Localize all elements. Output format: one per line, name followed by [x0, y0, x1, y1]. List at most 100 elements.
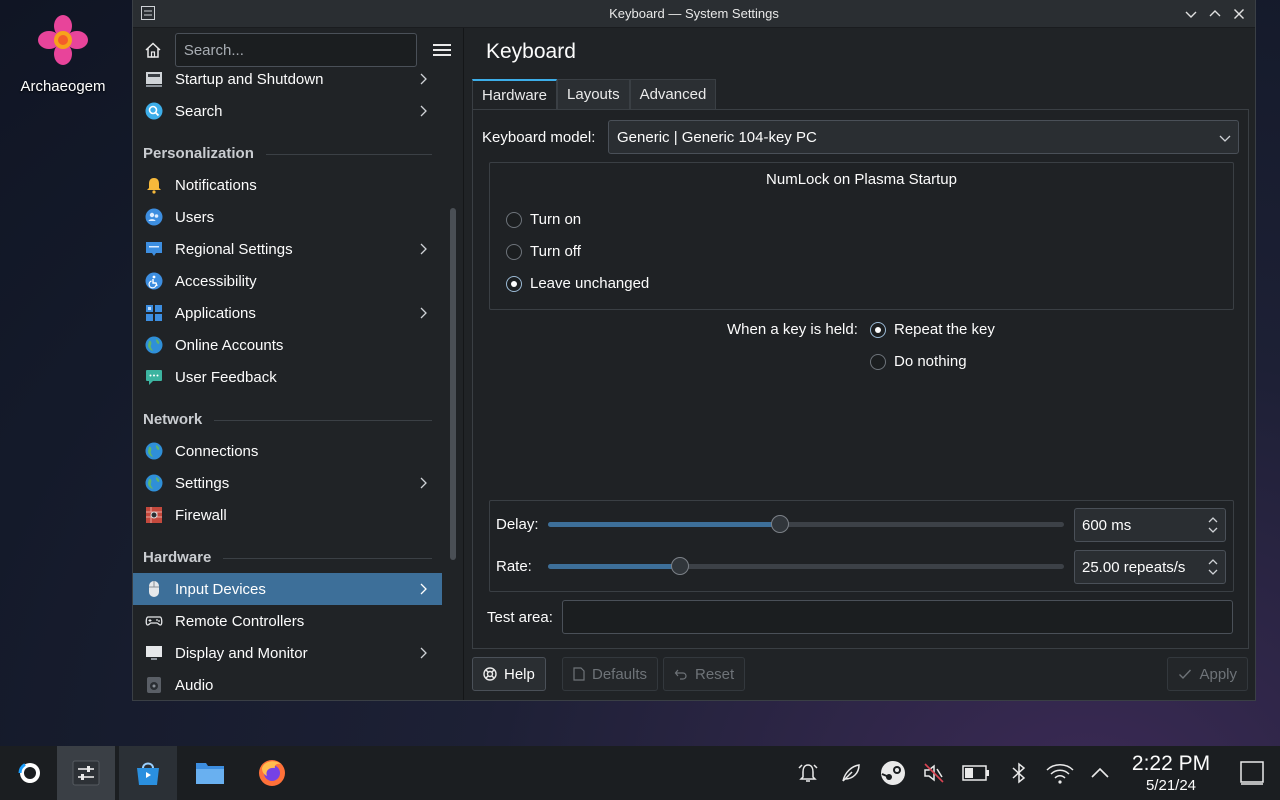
- sidebar-item-display-monitor[interactable]: Display and Monitor: [133, 637, 442, 669]
- show-desktop-button[interactable]: [1234, 746, 1270, 800]
- show-desktop-icon: [1240, 761, 1264, 785]
- keyboard-model-dropdown[interactable]: Generic | Generic 104-key PC: [608, 120, 1239, 154]
- key-held-option-repeat[interactable]: Repeat the key: [870, 321, 995, 338]
- reset-button[interactable]: Reset: [663, 657, 746, 691]
- radio-button-selected[interactable]: [506, 275, 522, 292]
- help-label: Help: [504, 665, 535, 683]
- taskbar-system-settings[interactable]: [57, 746, 115, 800]
- clock[interactable]: 2:22 PM 5/21/24: [1120, 752, 1222, 794]
- tray-wifi[interactable]: [1042, 746, 1078, 800]
- taskbar-file-manager[interactable]: [181, 746, 239, 800]
- apply-button[interactable]: Apply: [1167, 657, 1248, 691]
- radio-button[interactable]: [870, 353, 886, 370]
- tab-hardware[interactable]: Hardware: [472, 79, 558, 109]
- rate-label: Rate:: [496, 558, 532, 575]
- sidebar-item-accessibility[interactable]: Accessibility: [133, 265, 442, 297]
- defaults-button[interactable]: Defaults: [562, 657, 659, 691]
- taskbar-firefox[interactable]: [243, 746, 301, 800]
- volume-muted-icon: [924, 763, 944, 783]
- hamburger-menu-button[interactable]: [429, 37, 455, 63]
- test-area-label: Test area:: [487, 608, 553, 626]
- gamepad-icon: [145, 612, 163, 630]
- feedback-icon: [145, 368, 163, 386]
- sidebar-item-user-feedback[interactable]: User Feedback: [133, 361, 442, 393]
- spin-arrows-icon[interactable]: [1207, 514, 1219, 536]
- key-held-option-do-nothing[interactable]: Do nothing: [870, 353, 967, 370]
- settings-app-icon[interactable]: [141, 6, 155, 20]
- test-area-input[interactable]: [562, 600, 1233, 634]
- numlock-option-turn-off[interactable]: Turn off: [506, 243, 581, 260]
- expand-tray-icon: [1091, 767, 1109, 778]
- home-button[interactable]: [141, 38, 165, 62]
- sidebar-item-label: Settings: [175, 474, 230, 492]
- tray-notifications[interactable]: [790, 746, 826, 800]
- delay-slider-handle[interactable]: [771, 515, 790, 533]
- radio-label: Turn off: [530, 243, 581, 260]
- delay-value: 600 ms: [1082, 516, 1132, 534]
- tray-bluetooth[interactable]: [1001, 746, 1037, 800]
- rate-slider-handle[interactable]: [670, 557, 689, 575]
- search-input[interactable]: [174, 33, 418, 67]
- sidebar-item-notifications[interactable]: Notifications: [133, 169, 442, 201]
- delay-spinbox[interactable]: 600 ms: [1074, 508, 1226, 542]
- desktop-icon-archaeogem[interactable]: Archaeogem: [10, 14, 116, 95]
- rate-slider[interactable]: [548, 557, 1064, 575]
- sidebar-item-label: Startup and Shutdown: [175, 72, 324, 88]
- keyboard-model-value: Generic | Generic 104-key PC: [617, 128, 817, 146]
- tab-layouts[interactable]: Layouts: [557, 79, 630, 109]
- sidebar-item-search[interactable]: Search: [133, 95, 442, 127]
- sidebar-item-firewall[interactable]: Firewall: [133, 499, 442, 531]
- radio-button-selected[interactable]: [870, 321, 886, 338]
- sidebar-item-input-devices[interactable]: Input Devices: [133, 573, 442, 605]
- sidebar-item-label: Audio: [175, 676, 214, 694]
- sidebar-item-connections[interactable]: Connections: [133, 435, 442, 467]
- undo-icon: [674, 669, 687, 680]
- tray-volume[interactable]: [916, 746, 952, 800]
- tray-battery[interactable]: [958, 746, 994, 800]
- chevron-right-icon: [420, 105, 427, 117]
- system-settings-window: Keyboard — System Settings Search... Sta…: [132, 0, 1256, 701]
- steam-launcher-button[interactable]: [0, 746, 58, 800]
- sidebar-item-label: User Feedback: [175, 368, 277, 386]
- tray-steam[interactable]: [875, 746, 911, 800]
- sidebar-item-label: Search: [175, 102, 223, 120]
- radio-button[interactable]: [506, 243, 522, 260]
- category-network: Network: [133, 393, 442, 435]
- sidebar-item-label: Accessibility: [175, 272, 257, 290]
- notifications-icon: [798, 764, 818, 782]
- chevron-right-icon: [420, 647, 427, 659]
- numlock-option-turn-on[interactable]: Turn on: [506, 211, 581, 228]
- numlock-option-leave-unchanged[interactable]: Leave unchanged: [506, 275, 649, 292]
- sidebar-scrollbar[interactable]: [450, 208, 456, 560]
- wifi-icon: [1046, 764, 1074, 784]
- sidebar-item-regional-settings[interactable]: Regional Settings: [133, 233, 442, 265]
- tray-expand[interactable]: [1082, 746, 1118, 800]
- tray-leaf[interactable]: [833, 746, 869, 800]
- sidebar-item-remote-controllers[interactable]: Remote Controllers: [133, 605, 442, 637]
- page-title: Keyboard: [486, 40, 576, 63]
- taskbar-discover[interactable]: [119, 746, 177, 800]
- steam-icon: [881, 761, 905, 785]
- help-button[interactable]: Help: [472, 657, 546, 691]
- sidebar-item-startup[interactable]: Startup and Shutdown: [133, 72, 442, 95]
- chevron-right-icon: [420, 477, 427, 489]
- sidebar-item-users[interactable]: Users: [133, 201, 442, 233]
- sidebar-item-online-accounts[interactable]: Online Accounts: [133, 329, 442, 361]
- sidebar-item-audio[interactable]: Audio: [133, 669, 442, 700]
- rate-spinbox[interactable]: 25.00 repeats/s: [1074, 550, 1226, 584]
- spin-arrows-icon[interactable]: [1207, 556, 1219, 578]
- radio-button[interactable]: [506, 211, 522, 228]
- sidebar-item-network-settings[interactable]: Settings: [133, 467, 442, 499]
- startup-icon: [145, 72, 163, 88]
- delay-slider[interactable]: [548, 515, 1064, 533]
- tab-advanced[interactable]: Advanced: [629, 79, 717, 109]
- sidebar-item-applications[interactable]: Applications: [133, 297, 442, 329]
- minimize-button[interactable]: [1181, 4, 1201, 24]
- close-button[interactable]: [1229, 4, 1249, 24]
- keyboard-model-label: Keyboard model:: [482, 128, 596, 146]
- chevron-down-icon: [1219, 135, 1231, 142]
- sidebar-item-label: Users: [175, 208, 215, 226]
- rate-value: 25.00 repeats/s: [1082, 558, 1186, 576]
- title-bar[interactable]: Keyboard — System Settings: [133, 0, 1255, 28]
- maximize-button[interactable]: [1205, 4, 1225, 24]
